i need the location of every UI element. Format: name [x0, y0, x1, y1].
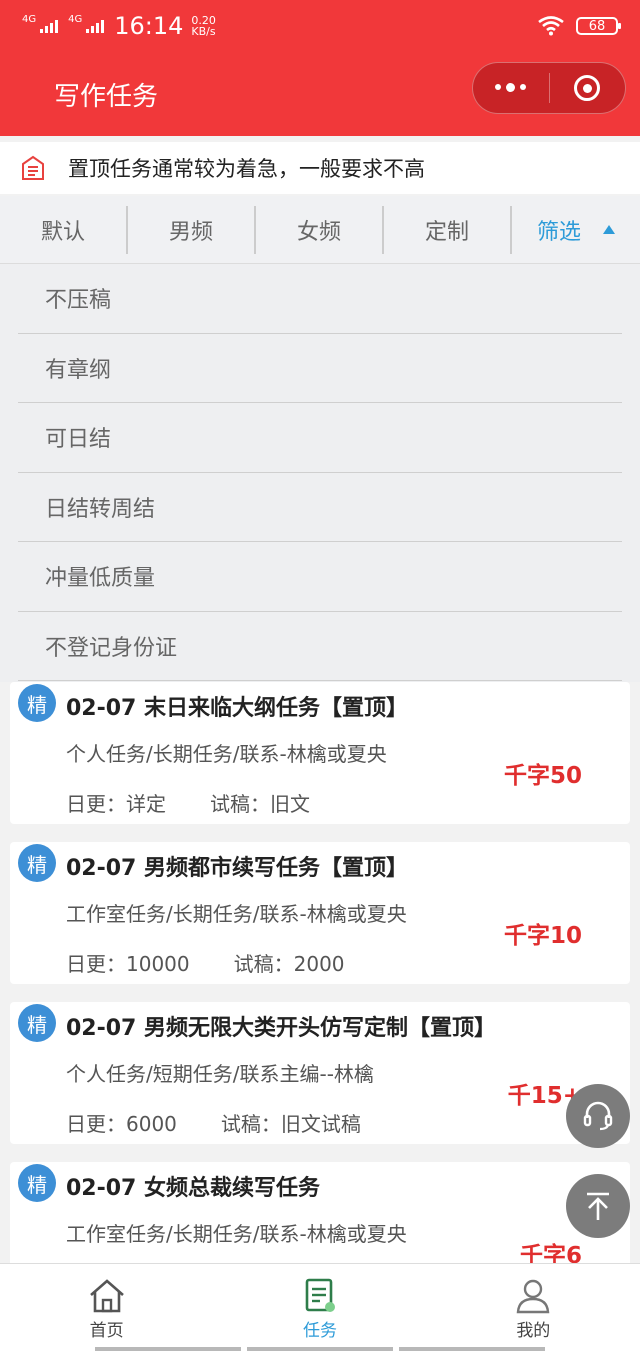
trial-writing: 试稿：2000	[233, 952, 345, 976]
task-card[interactable]: 精 02-07 男频都市续写任务【置顶】 工作室任务/长期任务/联系-林檎或夏央…	[10, 842, 630, 984]
filter-tabs: 默认 男频 女频 定制 筛选	[0, 196, 640, 264]
task-icon	[305, 1278, 335, 1312]
back-to-top-button[interactable]	[566, 1174, 630, 1238]
task-list: 精 02-07 末日来临大纲任务【置顶】 个人任务/长期任务/联系-林檎或夏央 …	[0, 682, 640, 1322]
daily-update: 日更：10000	[66, 952, 190, 976]
gesture-bar	[0, 1347, 640, 1351]
filter-option-label: 有章纲	[45, 357, 112, 383]
filter-option-label: 可日结	[45, 427, 112, 453]
task-title: 02-07 女频总裁续写任务	[66, 1176, 321, 1201]
arrow-up-to-top-icon	[587, 1192, 609, 1220]
filter-option-label: 不登记身份证	[45, 635, 178, 661]
network-type: 4G	[22, 13, 37, 25]
featured-badge: 精	[18, 844, 56, 882]
battery-icon: 68	[576, 17, 621, 35]
task-meta: 个人任务/短期任务/联系主编--林檎	[66, 1062, 374, 1086]
notice-text: 置顶任务通常较为着急，一般要求不高	[68, 157, 425, 181]
tab-filter[interactable]: 筛选	[512, 206, 640, 254]
network-speed: 0.20 KB/s	[191, 15, 216, 37]
clock: 16:14	[114, 12, 184, 40]
task-title: 02-07 末日来临大纲任务【置顶】	[66, 696, 409, 721]
tab-label: 男频	[168, 219, 213, 245]
tab-female[interactable]: 女频	[256, 205, 384, 254]
task-price: 千字50	[503, 763, 582, 789]
bottom-nav-task[interactable]: 任务	[213, 1264, 426, 1351]
task-price: 千字10	[503, 923, 582, 949]
filter-option-label: 不压稿	[45, 288, 112, 314]
wifi-icon	[538, 16, 564, 36]
bottom-nav-label: 首页	[89, 1321, 124, 1341]
tab-default[interactable]: 默认	[0, 205, 128, 254]
filter-option[interactable]: 冲量低质量	[18, 542, 622, 612]
more-dots-icon	[495, 83, 527, 92]
trial-writing: 试稿：旧文	[210, 792, 310, 816]
daily-update: 日更：详定	[66, 792, 166, 816]
daily-update: 日更：6000	[66, 1112, 177, 1136]
profile-icon	[517, 1279, 550, 1314]
bottom-nav-label: 我的	[516, 1321, 551, 1341]
tab-label: 筛选	[536, 219, 581, 245]
filter-option-label: 日结转周结	[45, 496, 156, 522]
featured-badge: 精	[18, 1004, 56, 1042]
headset-icon	[583, 1101, 613, 1131]
customer-service-button[interactable]	[566, 1084, 630, 1148]
task-meta: 工作室任务/长期任务/联系-林檎或夏央	[66, 902, 407, 926]
filter-option-label: 冲量低质量	[45, 566, 156, 592]
tab-label: 默认	[40, 219, 85, 245]
task-card[interactable]: 精 02-07 男频无限大类开头仿写定制【置顶】 个人任务/短期任务/联系主编-…	[10, 1002, 630, 1144]
bottom-nav-home[interactable]: 首页	[0, 1264, 213, 1351]
page-title: 写作任务	[54, 81, 159, 112]
tab-custom[interactable]: 定制	[384, 205, 512, 254]
network-type: 4G	[68, 13, 83, 25]
task-requirements: 日更：6000 试稿：旧文试稿	[66, 1108, 361, 1137]
featured-badge: 精	[18, 684, 56, 722]
tab-label: 女频	[296, 219, 341, 245]
task-requirements: 日更：详定 试稿：旧文	[66, 788, 310, 817]
target-icon	[574, 75, 601, 101]
notice-document-icon	[22, 155, 44, 180]
tab-male[interactable]: 男频	[128, 205, 256, 254]
task-meta: 个人任务/长期任务/联系-林檎或夏央	[66, 742, 387, 766]
filter-option[interactable]: 日结转周结	[18, 473, 622, 542]
caret-up-icon	[603, 225, 615, 234]
home-icon	[89, 1279, 124, 1313]
filter-option[interactable]: 不登记身份证	[18, 612, 622, 681]
filter-option[interactable]: 有章纲	[18, 334, 622, 403]
filter-dropdown: 不压稿 有章纲 可日结 日结转周结 冲量低质量 不登记身份证	[0, 264, 640, 682]
featured-badge: 精	[18, 1164, 56, 1202]
bottom-nav-label: 任务	[302, 1321, 337, 1341]
tab-label: 定制	[424, 219, 469, 245]
trial-writing: 试稿：旧文试稿	[220, 1112, 361, 1136]
task-title: 02-07 男频无限大类开头仿写定制【置顶】	[66, 1016, 497, 1041]
task-card[interactable]: 精 02-07 末日来临大纲任务【置顶】 个人任务/长期任务/联系-林檎或夏央 …	[10, 682, 630, 824]
filter-option[interactable]: 不压稿	[18, 264, 622, 334]
miniapp-capsule	[472, 62, 626, 114]
more-button[interactable]	[473, 63, 549, 113]
task-requirements: 日更：10000 试稿：2000	[66, 948, 345, 977]
bottom-nav: 首页 任务 我的	[0, 1263, 640, 1351]
nav-bar: 写作任务	[0, 52, 640, 136]
bottom-nav-profile[interactable]: 我的	[427, 1264, 640, 1351]
speed-unit: KB/s	[191, 25, 216, 38]
task-meta: 工作室任务/长期任务/联系-林檎或夏央	[66, 1222, 407, 1246]
notice-bar: 置顶任务通常较为着急，一般要求不高	[0, 142, 640, 194]
battery-level: 68	[588, 18, 606, 34]
filter-option[interactable]: 可日结	[18, 403, 622, 473]
status-bar: 4G 4G 16:14 0.20 KB/s 68	[0, 0, 640, 52]
task-title: 02-07 男频都市续写任务【置顶】	[66, 856, 409, 881]
close-miniapp-button[interactable]	[550, 63, 626, 113]
app-header: 4G 4G 16:14 0.20 KB/s 68 写作任务	[0, 0, 640, 136]
signal-icon: 4G	[22, 14, 59, 33]
signal-icon: 4G	[68, 14, 105, 33]
